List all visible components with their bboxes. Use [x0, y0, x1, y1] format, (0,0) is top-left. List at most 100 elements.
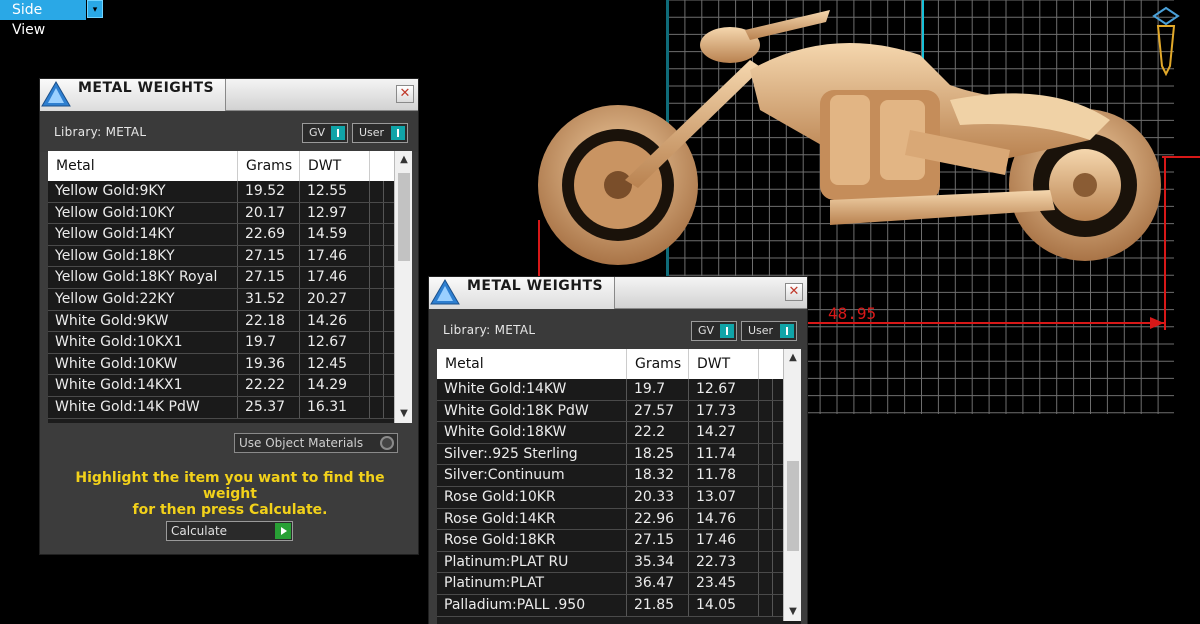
- dialog-titlebar[interactable]: METAL WEIGHTS ✕: [40, 79, 418, 111]
- table-row[interactable]: Rose Gold:10KR 20.33 13.07: [437, 486, 783, 509]
- metal-cell: Platinum:PLAT RU: [437, 551, 627, 573]
- metal-cell: Silver:Continuum: [437, 465, 627, 486]
- grams-cell: 19.7: [238, 332, 300, 353]
- table-row[interactable]: White Gold:10KW 19.36 12.45: [48, 353, 394, 376]
- close-button[interactable]: ✕: [785, 283, 803, 301]
- user-label: User: [359, 126, 385, 139]
- grams-cell: 22.2: [627, 422, 689, 443]
- table-row[interactable]: White Gold:18K PdW 27.57 17.73: [437, 400, 783, 423]
- grams-cell: 20.17: [238, 202, 300, 224]
- table-row[interactable]: Yellow Gold:14KY 22.69 14.59: [48, 224, 394, 246]
- view-menu-label[interactable]: Side View: [0, 0, 86, 38]
- row-spacer: [759, 443, 773, 465]
- scroll-up-icon[interactable]: ▲: [784, 349, 802, 367]
- dialog-titlebar[interactable]: METAL WEIGHTS ✕: [429, 277, 807, 309]
- grams-cell: 27.15: [627, 530, 689, 551]
- table-row[interactable]: Silver:.925 Sterling 18.25 11.74: [437, 443, 783, 466]
- metal-cell: Yellow Gold:18KY Royal: [48, 267, 238, 288]
- user-toggle[interactable]: User: [741, 321, 797, 341]
- metal-cell: Silver:.925 Sterling: [437, 443, 627, 465]
- gv-toggle[interactable]: GV: [691, 321, 737, 341]
- grams-cell: 21.85: [627, 594, 689, 616]
- dialog-title: METAL WEIGHTS: [467, 278, 604, 294]
- table-row[interactable]: Yellow Gold:18KY 27.15 17.46: [48, 245, 394, 268]
- table-row[interactable]: Yellow Gold:22KY 31.52 20.27: [48, 288, 394, 311]
- gv-label: GV: [698, 324, 715, 337]
- grams-cell: 22.22: [238, 375, 300, 396]
- table-row[interactable]: Platinum:PLAT 36.47 23.45: [437, 573, 783, 595]
- gizmo-icon[interactable]: [1152, 6, 1180, 76]
- dwt-cell: 14.59: [300, 224, 370, 245]
- scroll-down-icon[interactable]: ▼: [395, 405, 413, 423]
- column-header-dwt[interactable]: DWT: [689, 349, 759, 379]
- table-row[interactable]: Rose Gold:14KR 22.96 14.76: [437, 508, 783, 531]
- library-label: Library: METAL: [54, 125, 147, 139]
- scroll-thumb[interactable]: [398, 173, 410, 261]
- row-spacer: [759, 486, 773, 508]
- table-row[interactable]: Platinum:PLAT RU 35.34 22.73: [437, 551, 783, 574]
- user-toggle[interactable]: User: [352, 123, 408, 143]
- row-spacer: [759, 594, 773, 616]
- dwt-cell: 12.67: [300, 332, 370, 353]
- metal-cell: Yellow Gold:18KY: [48, 245, 238, 267]
- table-row[interactable]: Yellow Gold:10KY 20.17 12.97: [48, 202, 394, 225]
- table-row[interactable]: White Gold:14KW 19.7 12.67: [437, 379, 783, 401]
- scroll-down-icon[interactable]: ▼: [784, 603, 802, 621]
- table-row[interactable]: Silver:Continuum 18.32 11.78: [437, 465, 783, 487]
- scroll-thumb[interactable]: [787, 461, 799, 551]
- app-logo-icon: [41, 81, 71, 107]
- row-spacer: [370, 267, 384, 288]
- grams-cell: 22.18: [238, 310, 300, 332]
- table-row[interactable]: White Gold:14K PdW 25.37 16.31: [48, 396, 394, 419]
- dwt-cell: 23.45: [689, 573, 759, 594]
- motorcycle-model[interactable]: [530, 0, 1170, 270]
- grams-cell: 27.57: [627, 400, 689, 422]
- table-body: Yellow Gold:9KY 19.52 12.55 Yellow Gold:10K…: [48, 181, 394, 423]
- view-menu[interactable]: Side View ▾: [0, 0, 103, 38]
- dwt-cell: 17.46: [300, 267, 370, 288]
- dwt-cell: 11.74: [689, 443, 759, 465]
- table-row[interactable]: White Gold:10KX1 19.7 12.67: [48, 332, 394, 354]
- toggle-knob-icon: [391, 126, 405, 140]
- table-scrollbar[interactable]: ▲ ▼: [394, 151, 412, 423]
- table-scrollbar[interactable]: ▲ ▼: [783, 349, 801, 621]
- dialog-title: METAL WEIGHTS: [78, 80, 215, 96]
- use-object-materials-toggle[interactable]: Use Object Materials: [234, 433, 398, 453]
- metal-cell: Palladium:PALL .950: [437, 594, 627, 616]
- row-spacer: [370, 353, 384, 375]
- scroll-up-icon[interactable]: ▲: [395, 151, 413, 169]
- row-spacer: [370, 288, 384, 310]
- metal-table: Metal Grams DWT Yellow Gold:9KY 19.52 12.5…: [48, 151, 412, 423]
- row-spacer: [759, 400, 773, 422]
- table-row[interactable]: White Gold:18KW 22.2 14.27: [437, 422, 783, 444]
- dwt-cell: 13.07: [689, 486, 759, 508]
- dwt-cell: 12.45: [300, 353, 370, 375]
- table-row[interactable]: Yellow Gold:9KY 19.52 12.55: [48, 181, 394, 203]
- calculate-button[interactable]: Calculate: [166, 521, 293, 541]
- metal-weights-dialog-right: METAL WEIGHTS ✕ Library: METAL GV User M…: [428, 276, 808, 624]
- row-spacer: [370, 245, 384, 267]
- table-row[interactable]: Rose Gold:18KR 27.15 17.46: [437, 530, 783, 552]
- dwt-cell: 20.27: [300, 288, 370, 310]
- column-header-grams[interactable]: Grams: [627, 349, 689, 379]
- table-row[interactable]: White Gold:9KW 22.18 14.26: [48, 310, 394, 333]
- grams-cell: 35.34: [627, 551, 689, 573]
- column-header-metal[interactable]: Metal: [48, 151, 238, 181]
- column-header-grams[interactable]: Grams: [238, 151, 300, 181]
- table-row[interactable]: Yellow Gold:18KY Royal 27.15 17.46: [48, 267, 394, 289]
- close-button[interactable]: ✕: [396, 85, 414, 103]
- row-spacer: [370, 202, 384, 224]
- column-header-dwt[interactable]: DWT: [300, 151, 370, 181]
- column-header-metal[interactable]: Metal: [437, 349, 627, 379]
- grams-cell: 22.69: [238, 224, 300, 245]
- dwt-cell: 11.78: [689, 465, 759, 486]
- app-logo-icon: [430, 279, 460, 305]
- gv-toggle[interactable]: GV: [302, 123, 348, 143]
- chevron-down-icon[interactable]: ▾: [87, 0, 103, 18]
- library-bar: Library: METAL GV User: [40, 112, 418, 152]
- library-label: Library: METAL: [443, 323, 536, 337]
- table-row[interactable]: White Gold:14KX1 22.22 14.29: [48, 375, 394, 397]
- grams-cell: 27.15: [238, 267, 300, 288]
- table-row[interactable]: Palladium:PALL .950 21.85 14.05: [437, 594, 783, 617]
- calculate-label: Calculate: [171, 524, 228, 538]
